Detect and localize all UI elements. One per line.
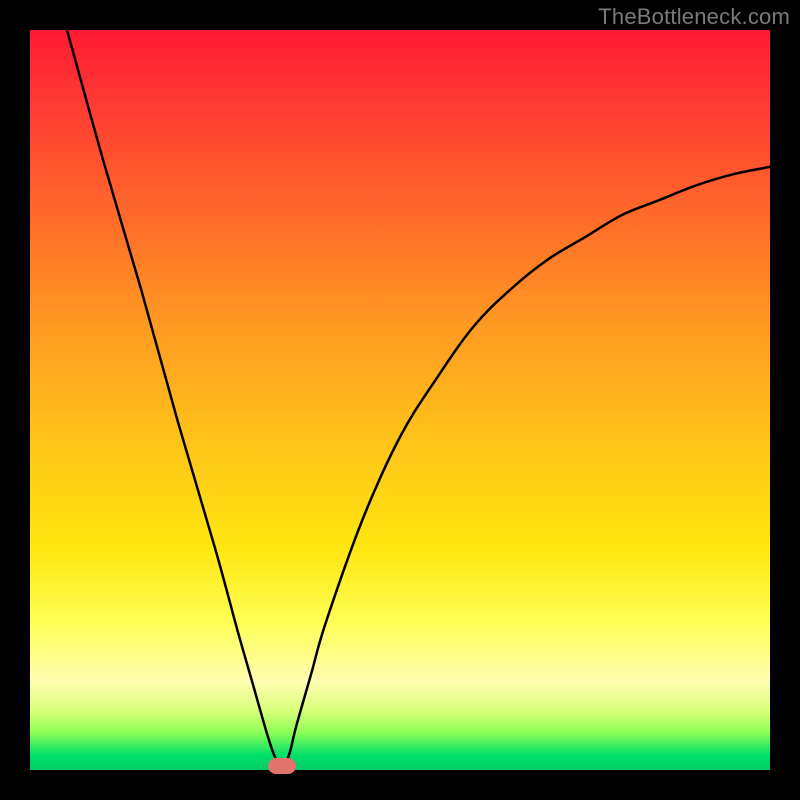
bottleneck-curve [30, 30, 770, 770]
chart-frame: TheBottleneck.com [0, 0, 800, 800]
attribution-text: TheBottleneck.com [598, 4, 790, 30]
minimum-marker [268, 758, 296, 774]
plot-area [30, 30, 770, 770]
